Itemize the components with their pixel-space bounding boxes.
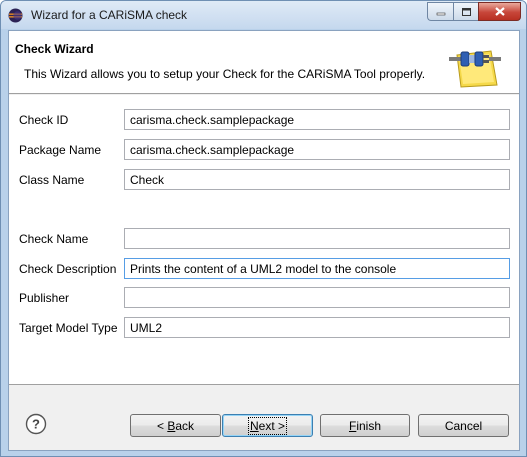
help-icon[interactable]: ? — [25, 413, 47, 435]
window-controls — [427, 2, 521, 21]
maximize-button[interactable] — [453, 2, 478, 21]
check-id-label: Check ID — [19, 113, 69, 127]
class-name-field[interactable] — [124, 169, 510, 190]
check-description-label: Check Description — [19, 262, 117, 276]
close-icon — [494, 7, 505, 16]
svg-text:?: ? — [32, 417, 40, 432]
close-button[interactable] — [478, 2, 521, 21]
wizard-plug-icon — [449, 50, 501, 88]
window-title: Wizard for a CARiSMA check — [31, 8, 188, 22]
cancel-button-label: Cancel — [444, 418, 483, 433]
package-name-label: Package Name — [19, 143, 102, 157]
back-button-label: < Back — [156, 418, 195, 433]
target-model-type-field[interactable] — [124, 317, 510, 338]
finish-button[interactable]: Finish — [320, 414, 410, 437]
wizard-form: Check ID Package Name Class Name Check N… — [9, 95, 519, 385]
check-id-field[interactable] — [124, 109, 510, 130]
package-name-field[interactable] — [124, 139, 510, 160]
title-bar[interactable]: Wizard for a CARiSMA check — [1, 1, 526, 29]
page-title: Check Wizard — [15, 42, 94, 56]
check-name-label: Check Name — [19, 232, 89, 246]
button-bar: ? < Back Next > Finish Cancel — [9, 386, 519, 450]
target-model-type-label: Target Model Type — [19, 321, 118, 335]
minimize-icon — [436, 12, 445, 15]
finish-button-label: Finish — [348, 418, 382, 433]
minimize-button[interactable] — [427, 2, 453, 21]
back-button[interactable]: < Back — [130, 414, 221, 437]
page-description: This Wizard allows you to setup your Che… — [24, 67, 426, 81]
eclipse-icon — [8, 8, 23, 23]
wizard-window: Wizard for a CARiSMA check Check Wizard … — [0, 0, 527, 457]
next-button[interactable]: Next > — [222, 414, 313, 437]
publisher-field[interactable] — [124, 287, 510, 308]
wizard-header: Check Wizard This Wizard allows you to s… — [9, 31, 519, 94]
dialog-client-area: Check Wizard This Wizard allows you to s… — [8, 30, 520, 451]
check-description-field[interactable] — [124, 258, 510, 279]
cancel-button[interactable]: Cancel — [418, 414, 509, 437]
next-button-label: Next > — [247, 416, 288, 435]
class-name-label: Class Name — [19, 173, 85, 187]
check-name-field[interactable] — [124, 228, 510, 249]
maximize-icon — [461, 7, 471, 16]
publisher-label: Publisher — [19, 291, 70, 305]
